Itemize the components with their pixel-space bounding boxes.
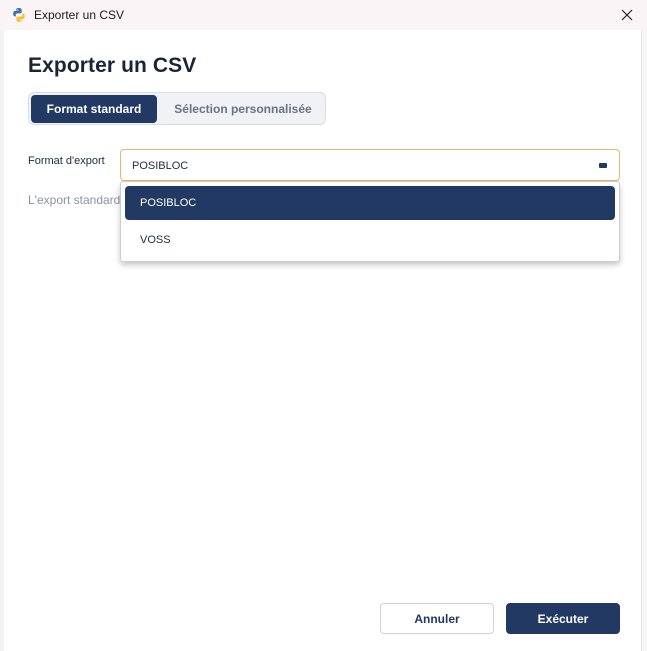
option-posibloc[interactable]: POSIBLOC bbox=[125, 186, 615, 220]
format-select[interactable]: POSIBLOC bbox=[120, 149, 620, 181]
execute-button[interactable]: Exécuter bbox=[506, 603, 620, 634]
cancel-button[interactable]: Annuler bbox=[380, 603, 494, 634]
dropdown-indicator-icon bbox=[599, 163, 607, 168]
background-window-edge-left bbox=[0, 30, 4, 651]
format-dropdown-list: POSIBLOC VOSS bbox=[120, 181, 620, 262]
option-voss[interactable]: VOSS bbox=[125, 223, 615, 257]
python-icon bbox=[13, 8, 25, 22]
format-select-value: POSIBLOC bbox=[132, 160, 189, 172]
dialog-title: Exporter un CSV bbox=[28, 54, 197, 77]
hint-text: L'export standard bbox=[28, 193, 121, 207]
title-bar: Exporter un CSV bbox=[0, 0, 647, 30]
background-window-edge-right bbox=[641, 30, 647, 651]
close-button[interactable] bbox=[607, 0, 647, 30]
format-label: Format d'export bbox=[28, 155, 105, 167]
tab-format-standard[interactable]: Format standard bbox=[31, 95, 157, 123]
close-icon bbox=[621, 9, 633, 21]
tab-bar: Format standard Sélection personnalisée bbox=[28, 92, 326, 125]
window-title: Exporter un CSV bbox=[34, 8, 125, 22]
tab-selection-personnalisee[interactable]: Sélection personnalisée bbox=[163, 95, 323, 123]
